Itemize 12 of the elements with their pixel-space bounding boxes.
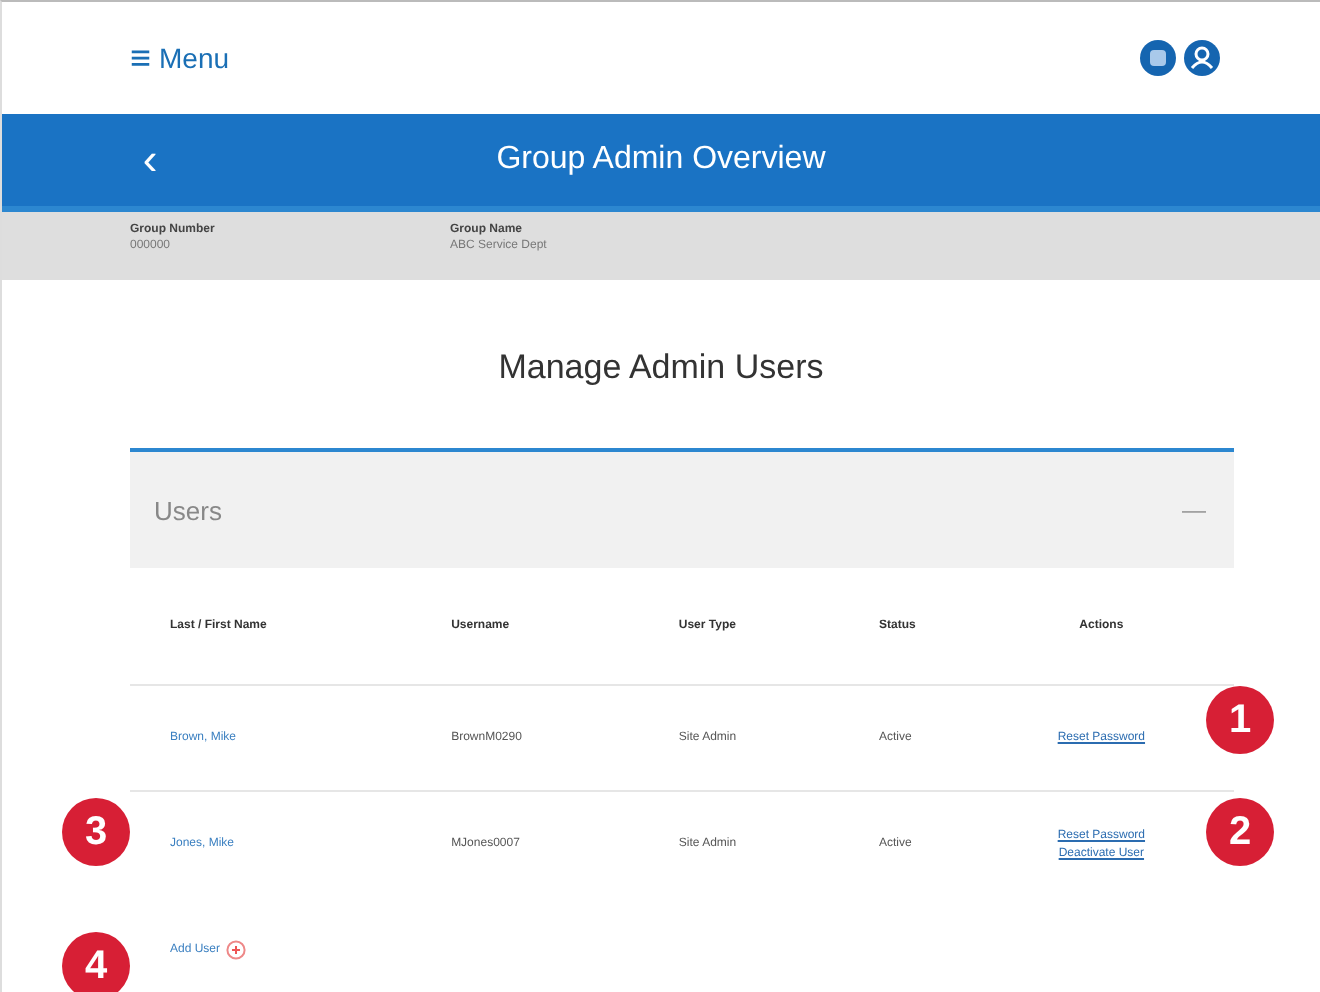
section-heading: Manage Admin Users	[498, 348, 824, 386]
user-icon[interactable]	[1184, 40, 1220, 76]
callout-badge: 1	[1206, 686, 1274, 754]
page-title: Group Admin Overview	[494, 142, 828, 178]
callout-badge: 4	[62, 932, 130, 992]
add-icon[interactable]	[226, 940, 247, 960]
back-button[interactable]: ‹	[130, 134, 170, 186]
callout-badge: 3	[62, 798, 130, 866]
menu-button[interactable]: ≡ Menu	[130, 40, 230, 76]
collapse-button[interactable]: —	[1182, 496, 1206, 524]
panel-title: Users	[154, 495, 222, 525]
callout-badge: 2	[1206, 798, 1274, 866]
